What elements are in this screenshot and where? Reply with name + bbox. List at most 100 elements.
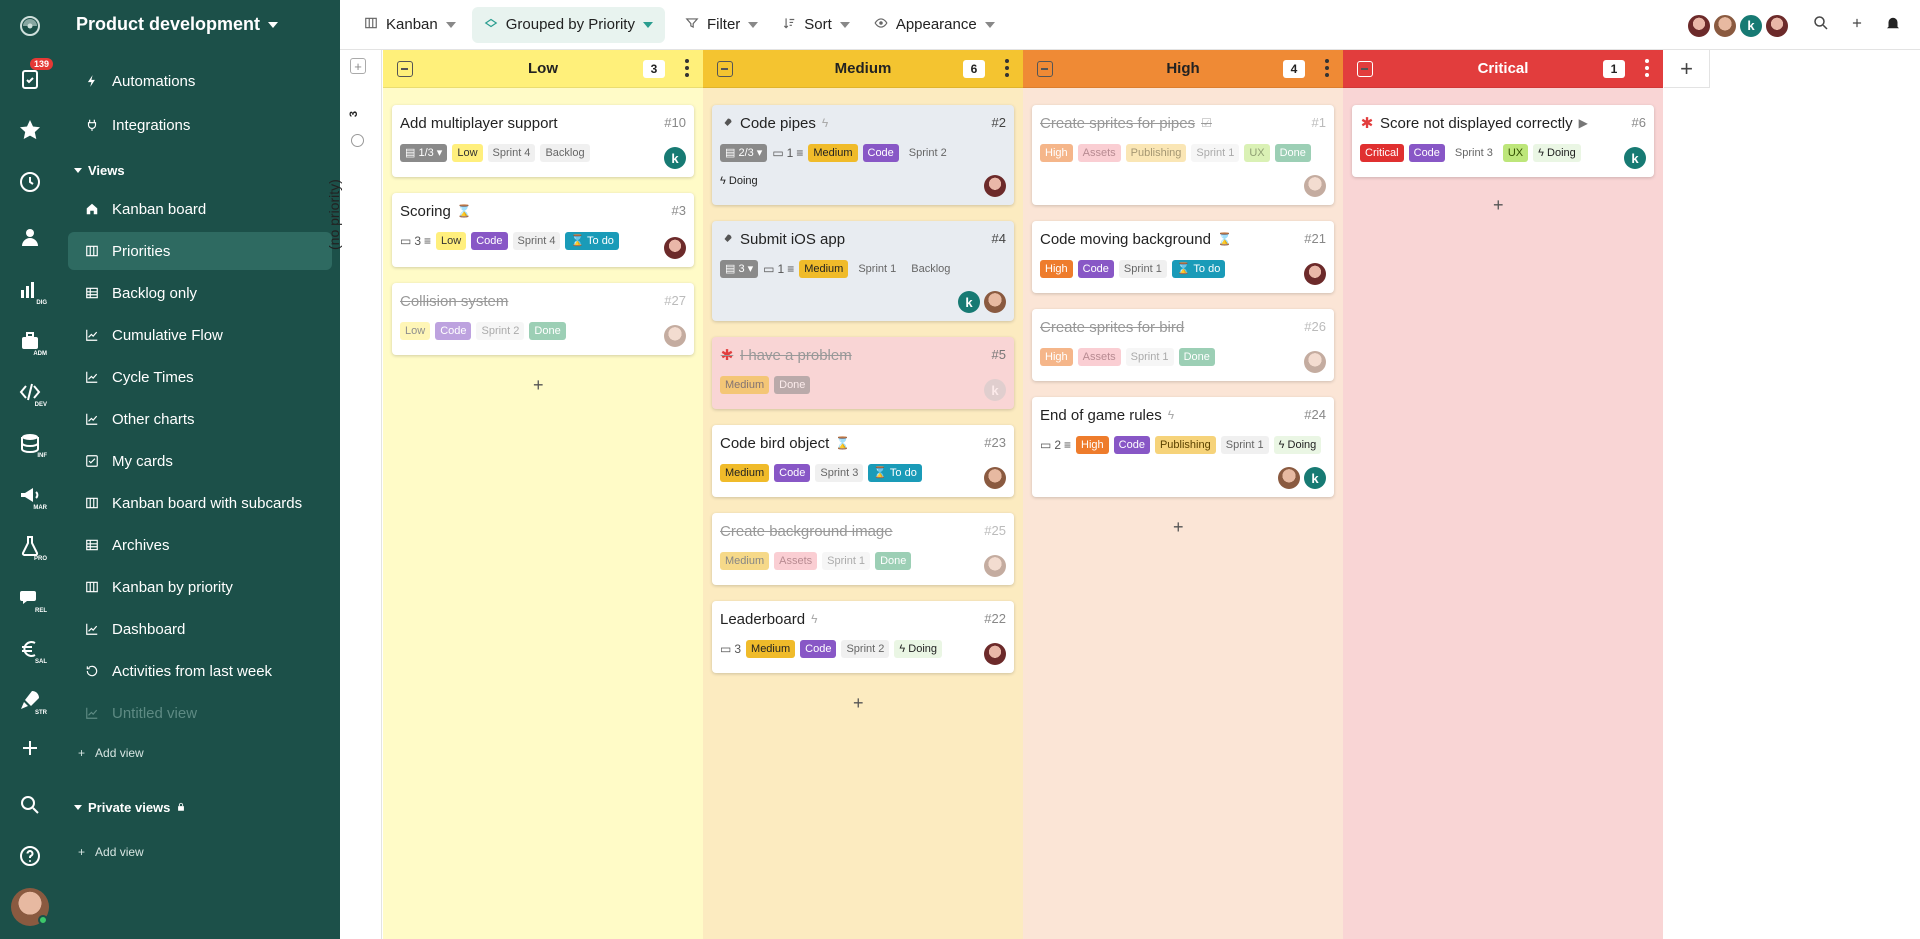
views-section-toggle[interactable]: Views [74, 163, 125, 178]
card[interactable]: Create sprites for bird #26 High Assets … [1032, 309, 1334, 381]
hourglass-icon: ⌛ [1216, 232, 1232, 246]
status-tag: Backlog [540, 144, 590, 162]
card[interactable]: ✱ Score not displayed correctly ▶ #6 Crit… [1352, 105, 1654, 177]
sort-button[interactable]: Sort [770, 7, 862, 43]
category-tag: Assets [1077, 348, 1121, 366]
category-tag: Code [774, 464, 811, 482]
group-by-button[interactable]: Grouped by Priority [471, 6, 665, 43]
card[interactable]: Submit iOS app #4 ▤ 3 ▾ ▭ 1 ≡ Medium Spr… [712, 221, 1014, 321]
sidebar-item-archives[interactable]: Archives [68, 526, 332, 564]
card[interactable]: ✱ I have a problem #5 Medium Done k [712, 337, 1014, 409]
sidebar-item-backlog-only[interactable]: Backlog only [68, 274, 332, 312]
search-button[interactable] [1802, 7, 1840, 43]
workspace-rel-icon[interactable]: REL [15, 583, 48, 615]
card[interactable]: Add multiplayer support #10 ▤ 1/3 ▾ Low … [392, 105, 694, 177]
add-view-button[interactable]: + Add view [78, 746, 144, 760]
card[interactable]: Collision system #27 Low Code Sprint 2 D… [392, 283, 694, 355]
check-icon: ☑ [1201, 116, 1212, 130]
history-icon[interactable] [15, 167, 45, 197]
avatar: k [984, 379, 1006, 401]
category-tag: Code [1113, 436, 1150, 454]
views-section-label: Views [88, 163, 125, 178]
expand-column-button[interactable]: + [350, 58, 366, 74]
priority-tag: Low [452, 144, 483, 162]
search-icon[interactable] [15, 790, 45, 820]
sidebar-item-automations[interactable]: Automations [68, 62, 332, 100]
card[interactable]: Code moving background ⌛ #21 High Code S… [1032, 221, 1334, 293]
card-title: Create sprites for pipes ☑ [1040, 114, 1212, 132]
favorites-icon[interactable] [15, 115, 45, 145]
card[interactable]: Leaderboard ϟ #22 ▭ 3 Medium Code Sprint… [712, 601, 1014, 673]
status-tag: ϟ Doing [720, 175, 758, 187]
column-menu-icon[interactable] [1005, 59, 1009, 77]
filter-label: Filter [706, 16, 741, 33]
sidebar-item-other-charts[interactable]: Other charts [68, 400, 332, 438]
sidebar-item-untitled-view[interactable]: Untitled view [68, 694, 332, 732]
workspace-sal-icon[interactable]: SAL [15, 634, 48, 666]
card[interactable]: Scoring ⌛ #3 ▭ 3 ≡ Low Code Sprint 4 ⌛ T… [392, 193, 694, 267]
card[interactable]: Create sprites for pipes ☑ #1 High Asset… [1032, 105, 1334, 205]
category-tag: Code [471, 232, 508, 250]
add-column-button[interactable]: + [1664, 50, 1710, 88]
workspace-pro-icon[interactable]: PRO [15, 531, 48, 563]
add-card-button[interactable]: + [1173, 517, 1184, 538]
collapse-column-button[interactable] [1357, 61, 1373, 77]
workspace-adm-icon[interactable]: ADM [15, 326, 48, 358]
sidebar-item-kanban-board[interactable]: Kanban board [68, 190, 332, 228]
collapse-column-button[interactable] [1037, 61, 1053, 77]
card-title: Code bird object ⌛ [720, 434, 851, 452]
add-card-button[interactable]: + [533, 375, 544, 396]
sidebar-item-kanban-subcards[interactable]: Kanban board with subcards [68, 484, 332, 522]
add-button[interactable] [1840, 7, 1874, 43]
collapse-column-button[interactable] [717, 61, 733, 77]
subcards-toggle[interactable]: ▤ 1/3 ▾ [400, 144, 448, 162]
workspace-dig-icon[interactable]: DIG [15, 275, 48, 307]
workspace-inf-icon[interactable]: INF [15, 428, 48, 460]
logo-icon[interactable] [15, 10, 45, 40]
sidebar-item-cycle-times[interactable]: Cycle Times [68, 358, 332, 396]
priority-tag: Medium [720, 552, 770, 570]
add-workspace-icon[interactable] [15, 733, 45, 763]
column-menu-icon[interactable] [1325, 59, 1329, 77]
workspace-str-icon[interactable]: STR [15, 685, 48, 717]
sidebar-item-my-cards[interactable]: My cards [68, 442, 332, 480]
subcards-toggle[interactable]: ▤ 2/3 ▾ [720, 144, 768, 162]
status-tag: Done [1178, 348, 1215, 366]
subcards-toggle[interactable]: ▤ 3 ▾ [720, 260, 759, 278]
collapse-column-button[interactable] [397, 61, 413, 77]
sidebar-item-integrations[interactable]: Integrations [68, 106, 332, 144]
add-card-button[interactable]: + [1493, 195, 1504, 216]
category-tag: Publishing [1125, 144, 1187, 162]
add-card-button[interactable]: + [853, 693, 864, 714]
no-priority-column[interactable]: + 3 (no priority) [326, 50, 382, 939]
sidebar-item-priorities[interactable]: Priorities [68, 232, 332, 270]
priority-tag: Low [400, 322, 431, 340]
column-menu-icon[interactable] [685, 59, 689, 77]
card[interactable]: Code pipes ϟ #2 ▤ 2/3 ▾ ▭ 1 ≡ Medium Cod… [712, 105, 1014, 205]
add-private-view-button[interactable]: + Add view [78, 845, 144, 859]
sidebar-item-dashboard[interactable]: Dashboard [68, 610, 332, 648]
kanban-view-switch[interactable]: Kanban [352, 7, 468, 43]
sidebar-item-kanban-by-priority[interactable]: Kanban by priority [68, 568, 332, 606]
help-icon[interactable] [15, 841, 45, 871]
card-title: Scoring ⌛ [400, 202, 472, 220]
tasks-icon[interactable]: 139 [15, 58, 53, 94]
notifications-button[interactable] [1874, 7, 1920, 43]
card-number: #3 [671, 203, 686, 218]
private-views-toggle[interactable]: Private views [74, 800, 186, 815]
priority-tag: High [1076, 436, 1109, 454]
appearance-button[interactable]: Appearance [862, 7, 1007, 43]
workspace-mar-icon[interactable]: MAR [15, 480, 48, 512]
workspace-title[interactable]: Product development [76, 14, 279, 35]
sidebar-item-cumulative-flow[interactable]: Cumulative Flow [68, 316, 332, 354]
member-avatars[interactable]: k [1682, 10, 1790, 40]
workspace-dev-icon[interactable]: DEV [15, 377, 48, 409]
sidebar-item-activities[interactable]: Activities from last week [68, 652, 332, 690]
card[interactable]: Code bird object ⌛ #23 Medium Code Sprin… [712, 425, 1014, 497]
category-tag: Code [1408, 144, 1445, 162]
column-menu-icon[interactable] [1645, 59, 1649, 77]
card[interactable]: Create background image #25 Medium Asset… [712, 513, 1014, 585]
filter-button[interactable]: Filter [673, 7, 770, 43]
user-icon[interactable] [15, 222, 45, 252]
card[interactable]: End of game rules ϟ #24 ▭ 2 ≡ High Code … [1032, 397, 1334, 497]
